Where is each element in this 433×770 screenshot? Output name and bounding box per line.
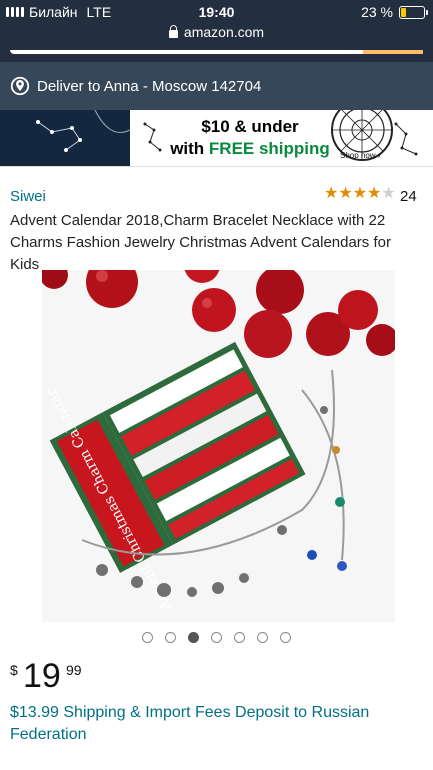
image-carousel-dots[interactable] xyxy=(0,632,433,643)
review-count[interactable]: 24 xyxy=(400,188,417,205)
shipping-info-link[interactable]: $13.99 Shipping & Import Fees Deposit to… xyxy=(10,702,425,746)
price-currency: $ xyxy=(10,662,18,678)
carousel-dot[interactable] xyxy=(211,632,222,643)
search-strip xyxy=(0,50,433,62)
url-text: amazon.com xyxy=(183,24,265,40)
banner-amount: $10 xyxy=(201,117,230,136)
address-bar[interactable]: amazon.com xyxy=(0,24,433,40)
lock-icon xyxy=(168,24,178,38)
star-filled-icon: ★ xyxy=(367,185,382,202)
banner-free-shipping: FREE shipping xyxy=(208,139,330,158)
brand-link[interactable]: Siwei xyxy=(10,188,46,205)
sparkle-decoration-right xyxy=(394,122,418,156)
carousel-dot[interactable] xyxy=(165,632,176,643)
search-button[interactable] xyxy=(363,50,423,54)
promo-banner[interactable]: $10 & under with FREE shipping Shop now … xyxy=(0,110,433,167)
price-fraction: 99 xyxy=(66,662,82,678)
carousel-dot[interactable] xyxy=(188,632,199,643)
constellation-necklace-image xyxy=(0,110,130,166)
carousel-dot[interactable] xyxy=(234,632,245,643)
banner-text: $10 & under with FREE shipping xyxy=(160,116,340,160)
carousel-dot[interactable] xyxy=(142,632,153,643)
carousel-dot[interactable] xyxy=(257,632,268,643)
banner-line1: & under xyxy=(229,117,299,136)
banner-line2-prefix: with xyxy=(170,139,209,158)
star-rating[interactable]: ★ ★ ★ ★ ★ xyxy=(324,186,396,202)
location-pin-icon xyxy=(10,76,30,96)
product-title: Advent Calendar 2018,Charm Bracelet Neck… xyxy=(10,212,391,273)
star-filled-icon: ★ xyxy=(324,185,339,202)
battery-icon xyxy=(399,5,428,19)
shop-now-link[interactable]: Shop now › xyxy=(340,151,380,160)
star-filled-icon: ★ xyxy=(352,185,368,202)
search-input[interactable] xyxy=(10,50,423,54)
deliver-to-bar[interactable]: Deliver to Anna - Moscow 142704 xyxy=(0,62,433,110)
status-bar: Билайн LTE 19:40 23 % amazon.com xyxy=(0,0,433,50)
product-image[interactable]: Advent Christmas Charm Calendar xyxy=(42,270,395,622)
carousel-dot[interactable] xyxy=(280,632,291,643)
price-whole: 19 xyxy=(23,657,61,695)
star-empty-icon: ★ xyxy=(381,185,396,202)
battery-percent: 23 % xyxy=(361,4,393,20)
star-filled-icon: ★ xyxy=(338,185,353,202)
deliver-to-text: Deliver to Anna - Moscow 142704 xyxy=(37,77,262,95)
